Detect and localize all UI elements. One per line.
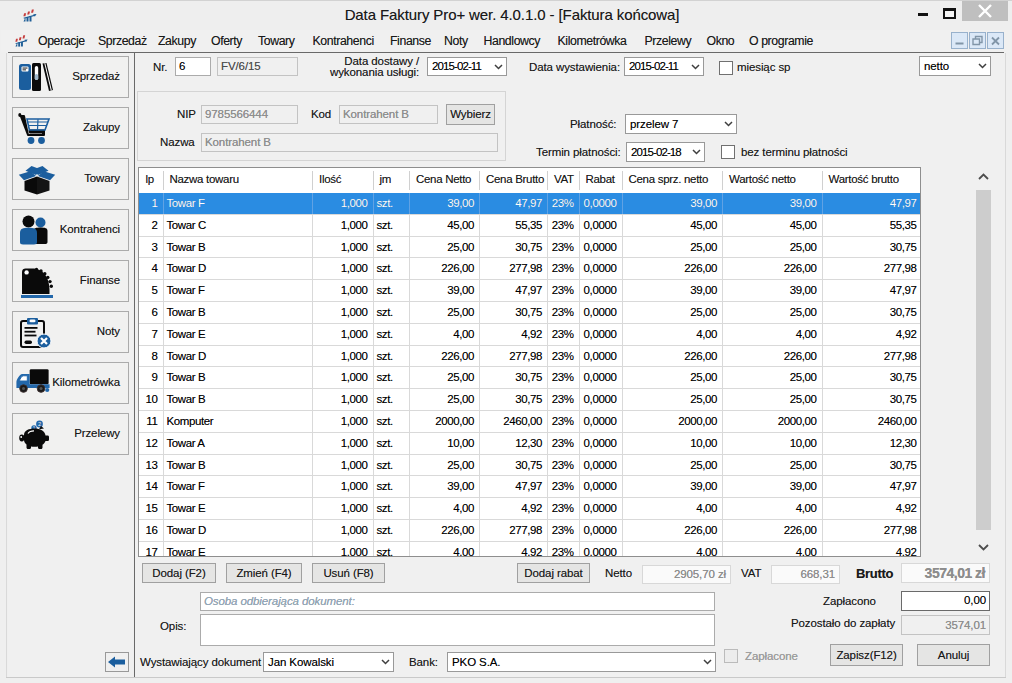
svg-text:2: 2 <box>38 421 41 427</box>
